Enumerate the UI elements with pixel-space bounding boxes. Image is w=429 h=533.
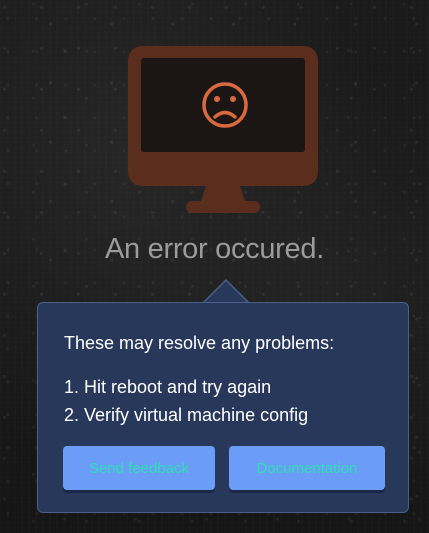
popover-heading: These may resolve any problems: [64, 333, 335, 353]
troubleshoot-popover: These may resolve any problems: 1. Hit r… [37, 302, 409, 513]
popover-arrow [204, 281, 248, 303]
step-item: 1. Hit reboot and try again [64, 377, 272, 397]
send-feedback-button[interactable]: Send feedback [63, 446, 215, 490]
monitor-icon [128, 46, 318, 213]
documentation-button[interactable]: Documentation [229, 446, 385, 490]
step-item: 2. Verify virtual machine config [64, 405, 309, 425]
troubleshoot-steps: 1. Hit reboot and try again 2. Verify vi… [64, 373, 308, 429]
error-title: An error occured. [105, 233, 324, 265]
